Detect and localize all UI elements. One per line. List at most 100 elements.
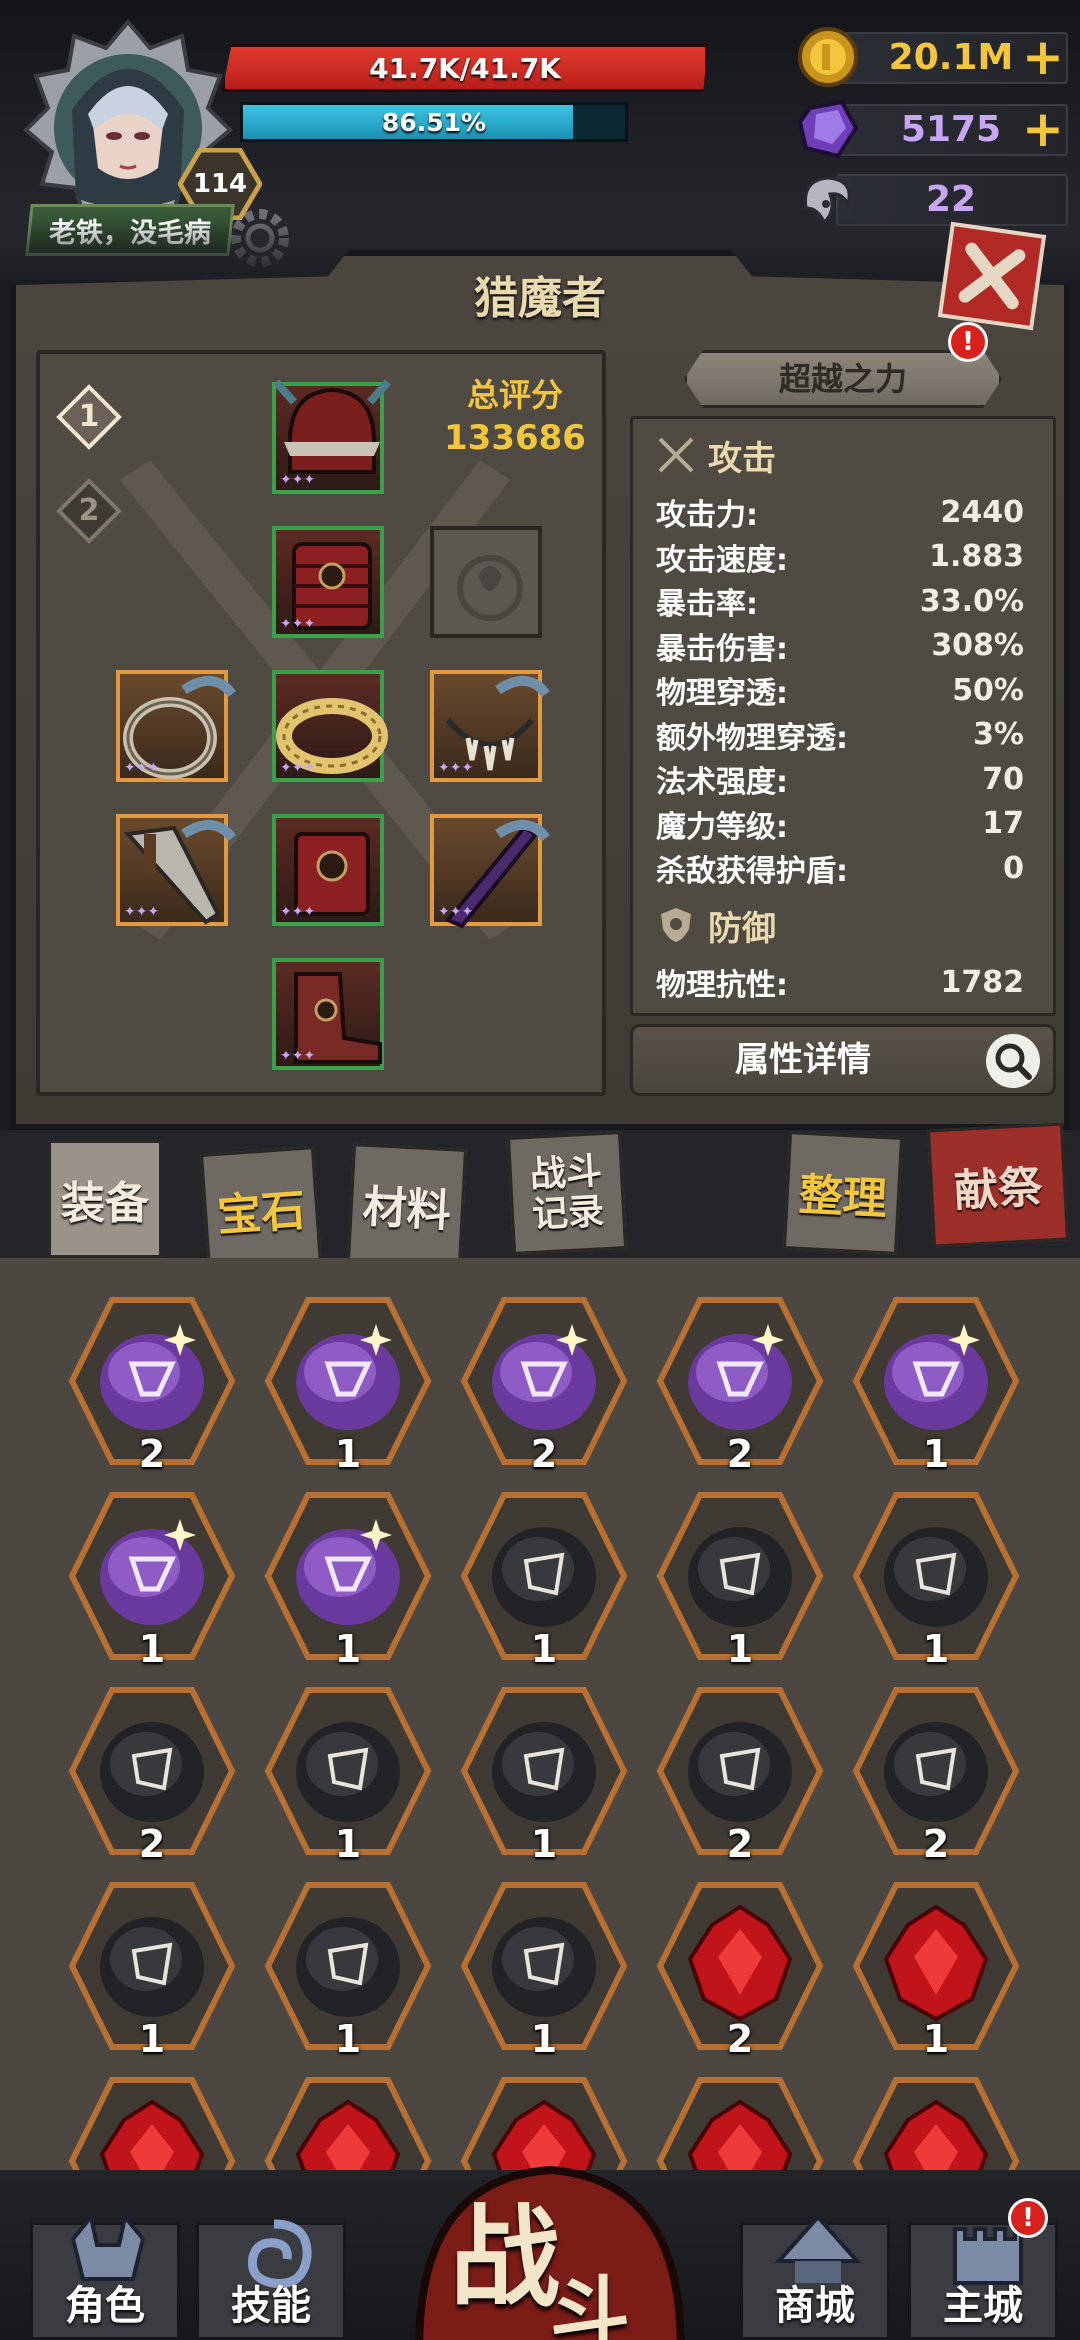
rune-count: 1 [922, 2017, 950, 2061]
rune-count: 2 [922, 1822, 950, 1866]
loadout-2-button[interactable]: 2 [56, 478, 122, 544]
tab-equipment[interactable]: 装备 [48, 1140, 162, 1258]
helmet-slot[interactable]: ✦✦✦ [272, 379, 391, 494]
nav-character-button[interactable]: 角色 [30, 2212, 180, 2340]
stat-value: 2440 [940, 494, 1025, 530]
gold-coin-icon [796, 26, 860, 88]
rune-slot[interactable]: 1 [454, 1489, 634, 1671]
mana-text: 86.51% [381, 107, 487, 137]
nav-shop-button[interactable]: 商城 [740, 2213, 890, 2340]
rune-slot[interactable]: 2 [650, 1879, 830, 2061]
chest-armor-slot[interactable]: ✦✦✦ [272, 526, 384, 638]
magnifier-icon [986, 1034, 1040, 1088]
tab-battle-log[interactable]: 战斗记录 [506, 1131, 628, 1255]
rune-slot[interactable]: 1 [62, 1879, 242, 2061]
rune-slot[interactable]: 1 [62, 1489, 242, 1671]
dagger-slot[interactable]: ✦✦✦ [430, 814, 550, 929]
rune-slot[interactable]: 2 [62, 1684, 242, 1866]
transcend-power-button[interactable]: 超越之力 [684, 350, 1002, 408]
rune-slot[interactable]: 1 [454, 1684, 634, 1866]
fang-necklace-slot[interactable]: ✦✦✦ [430, 670, 550, 782]
rune-slot[interactable]: 1 [846, 1489, 1026, 1671]
rune-count: 1 [334, 2017, 362, 2061]
tab-equipment-label: 装备 [61, 1178, 149, 1229]
tab-materials[interactable]: 材料 [346, 1143, 468, 1267]
hp-bar: 41.7K/41.7K [222, 44, 708, 92]
rune-slot[interactable]: 1 [258, 1879, 438, 2061]
rune-inventory-grid[interactable]: 2 1 2 2 1 1 1 1 1 1 2 1 1 2 2 1 1 1 2 1 [0, 1258, 1080, 2178]
empty-slot-icon [457, 555, 523, 621]
rune-count: 1 [334, 1822, 362, 1866]
rune-slot[interactable]: 1 [258, 1294, 438, 1476]
rune-slot[interactable] [62, 2074, 242, 2178]
rune-slot[interactable]: 2 [650, 1294, 830, 1476]
rune-count: 2 [726, 2017, 754, 2061]
rune-slot[interactable]: 1 [846, 1879, 1026, 2061]
stat-label: 杀敌获得护盾: [656, 854, 848, 889]
rune-count: 2 [138, 1822, 166, 1866]
add-gold-button[interactable]: + [1016, 30, 1070, 84]
tab-gems[interactable]: 宝石 [200, 1146, 322, 1272]
sacrifice-button[interactable]: 献祭 [927, 1122, 1069, 1248]
stat-value: 33.0% [919, 583, 1024, 619]
belt-armor-slot[interactable]: ✦✦✦ [272, 814, 384, 926]
attribute-details-button[interactable]: 属性详情 [630, 1024, 1056, 1096]
horn-currency: 22 [796, 168, 1074, 230]
necklace-slot[interactable]: ✦✦✦ [272, 670, 388, 782]
rune-slot[interactable]: 1 [650, 1489, 830, 1671]
add-gems-button[interactable]: + [1016, 102, 1070, 156]
rune-slot[interactable]: 1 [846, 1294, 1026, 1476]
weapon-slot[interactable]: ✦✦✦ [116, 814, 236, 926]
rune-slot[interactable]: 2 [846, 1684, 1026, 1866]
rune-count: 1 [922, 1432, 950, 1476]
stat-row: 攻击速度: 1.883 [656, 535, 1024, 579]
fight-label-2: 斗 [550, 2267, 630, 2340]
rune-count: 1 [138, 1627, 166, 1671]
fight-button[interactable]: 战 斗 [400, 2140, 700, 2340]
stat-value: 70 [982, 761, 1024, 797]
fight-label-1: 战 [450, 2193, 560, 2322]
attack-header: 攻击 [708, 438, 776, 479]
stat-label: 攻击速度: [656, 542, 788, 578]
empty-offhand-slot[interactable] [430, 526, 542, 638]
stat-value: 0 [1003, 850, 1024, 886]
hero-class-title: 猎魔者 [474, 273, 606, 324]
rune-count: 1 [138, 2017, 166, 2061]
rune-slot[interactable]: 2 [62, 1294, 242, 1476]
rune-slot[interactable] [846, 2074, 1026, 2178]
stat-label: 魔力等级: [656, 809, 788, 845]
ram-skull-icon [796, 168, 860, 230]
rune-count: 2 [138, 1432, 166, 1476]
stat-row: 物理抗性: 1782 [656, 960, 1024, 1004]
stat-value: 1.883 [929, 539, 1024, 574]
tab-gems-label: 宝石 [215, 1184, 307, 1242]
nav-skills-button[interactable]: 技能 [196, 2219, 346, 2340]
castle-alert-badge: ! [1008, 2198, 1048, 2238]
stat-label: 暴击伤害: [656, 631, 788, 667]
hp-text: 41.7K/41.7K [369, 51, 561, 85]
rune-count: 2 [726, 1432, 754, 1476]
rune-count: 2 [726, 1822, 754, 1866]
boots-slot[interactable]: ✦✦✦ [272, 958, 384, 1070]
loadout-1-button[interactable]: 1 [56, 384, 122, 450]
nav-castle-button[interactable]: 主城 [908, 2222, 1058, 2340]
rune-slot[interactable]: 1 [454, 1879, 634, 2061]
rune-slot[interactable]: 1 [258, 1489, 438, 1671]
stat-label: 物理抗性: [656, 968, 788, 1003]
gold-currency: 20.1M + [796, 26, 1074, 88]
rune-count: 1 [334, 1432, 362, 1476]
shield-icon [661, 908, 691, 942]
ring-left-slot[interactable]: ✦✦✦ [116, 670, 236, 782]
rune-count: 1 [334, 1627, 362, 1671]
rune-slot[interactable]: 2 [650, 1684, 830, 1866]
stat-row: 暴击率: 33.0% [656, 579, 1024, 623]
loadout-2-label: 2 [78, 493, 100, 528]
level-badge: 114 [178, 148, 262, 220]
nav-skills-label: 技能 [231, 2283, 311, 2329]
rune-slot[interactable]: 2 [454, 1294, 634, 1476]
sort-button[interactable]: 整理 [782, 1131, 904, 1255]
purple-crystal-icon [796, 98, 860, 160]
stat-label: 法术强度: [656, 765, 788, 800]
tab-battle-log-label: 战斗记录 [528, 1150, 606, 1236]
rune-slot[interactable]: 1 [258, 1684, 438, 1866]
